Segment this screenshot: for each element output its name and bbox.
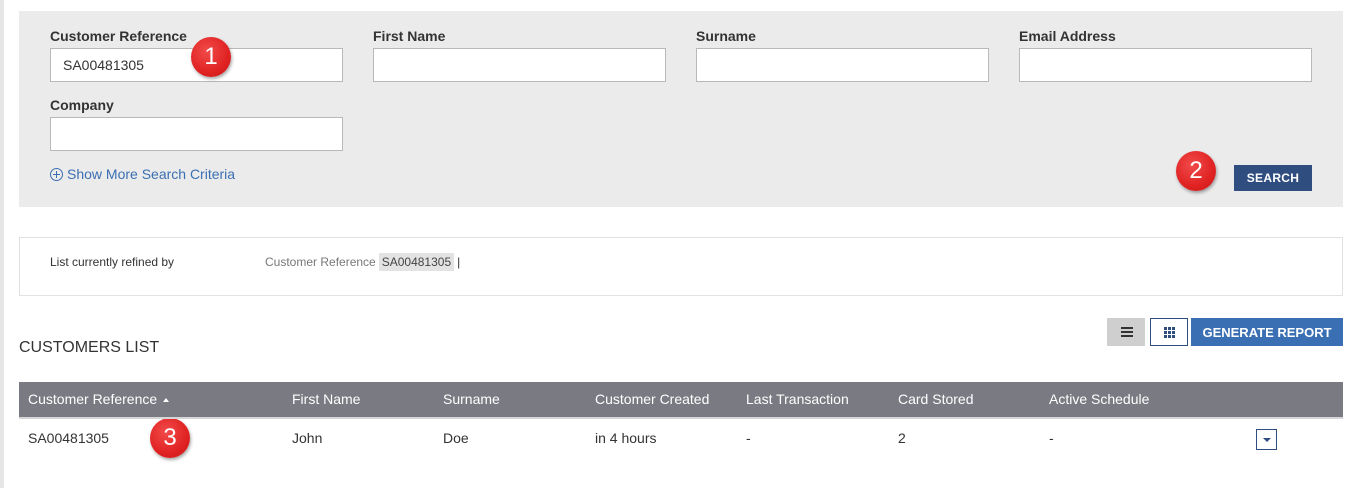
column-header-customer-created[interactable]: Customer Created xyxy=(595,382,709,417)
company-label: Company xyxy=(50,97,114,113)
cell-last-transaction: - xyxy=(746,430,751,446)
grid-view-icon xyxy=(1164,327,1175,338)
cell-first-name: John xyxy=(292,430,323,446)
surname-label: Surname xyxy=(696,28,756,44)
first-name-label: First Name xyxy=(373,28,446,44)
company-field: Company xyxy=(50,96,343,151)
cell-card-stored: 2 xyxy=(898,430,906,446)
refined-filter-separator: | xyxy=(457,255,461,269)
surname-input[interactable] xyxy=(696,48,989,82)
search-button[interactable]: SEARCH xyxy=(1234,165,1312,191)
first-name-field: First Name xyxy=(373,27,666,82)
email-address-label: Email Address xyxy=(1019,28,1116,44)
customers-page: Customer Reference First Name Surname Em… xyxy=(0,0,1354,488)
left-edge-divider xyxy=(0,0,4,488)
email-address-input[interactable] xyxy=(1019,48,1312,82)
column-header-last-transaction[interactable]: Last Transaction xyxy=(746,382,849,417)
column-header-card-stored[interactable]: Card Stored xyxy=(898,382,973,417)
table-header: Customer Reference First Name Surname Cu… xyxy=(19,382,1343,419)
surname-field: Surname xyxy=(696,27,989,82)
cell-active-schedule: - xyxy=(1049,430,1054,446)
company-input[interactable] xyxy=(50,117,343,151)
column-header-active-schedule[interactable]: Active Schedule xyxy=(1049,382,1149,417)
column-header-customer-reference[interactable]: Customer Reference xyxy=(28,382,170,417)
generate-report-button[interactable]: GENERATE REPORT xyxy=(1191,318,1343,346)
email-address-field: Email Address xyxy=(1019,27,1312,82)
cell-customer-created: in 4 hours xyxy=(595,430,657,446)
list-view-button[interactable] xyxy=(1107,318,1145,346)
first-name-input[interactable] xyxy=(373,48,666,82)
cell-surname: Doe xyxy=(443,430,469,446)
row-actions-dropdown-button[interactable] xyxy=(1256,429,1277,450)
plus-circle-icon xyxy=(50,167,63,181)
sort-ascending-icon xyxy=(163,398,170,403)
refined-filter-value-chip[interactable]: SA00481305 xyxy=(378,253,455,271)
column-header-label: Customer Reference xyxy=(28,391,158,407)
list-view-icon xyxy=(1121,327,1133,337)
cell-customer-reference: SA00481305 xyxy=(28,430,109,446)
customer-reference-field: Customer Reference xyxy=(50,27,343,82)
table-row[interactable]: SA00481305 John Doe in 4 hours - 2 - xyxy=(19,419,1343,457)
show-more-label: Show More Search Criteria xyxy=(67,166,236,182)
column-header-first-name[interactable]: First Name xyxy=(292,382,360,417)
refined-filter: Customer Reference SA00481305 | xyxy=(265,253,460,271)
show-more-search-criteria-link[interactable]: Show More Search Criteria xyxy=(50,166,235,182)
callout-marker-1: 1 xyxy=(191,37,231,77)
column-header-surname[interactable]: Surname xyxy=(443,382,500,417)
refined-by-label: List currently refined by xyxy=(50,255,175,269)
refined-by-box: List currently refined by Customer Refer… xyxy=(19,237,1343,296)
customers-list-title: CUSTOMERS LIST xyxy=(19,339,160,356)
grid-view-button[interactable] xyxy=(1150,318,1188,346)
refined-filter-name: Customer Reference xyxy=(265,255,376,269)
customer-reference-label: Customer Reference xyxy=(50,28,187,44)
callout-marker-2: 2 xyxy=(1176,151,1216,191)
